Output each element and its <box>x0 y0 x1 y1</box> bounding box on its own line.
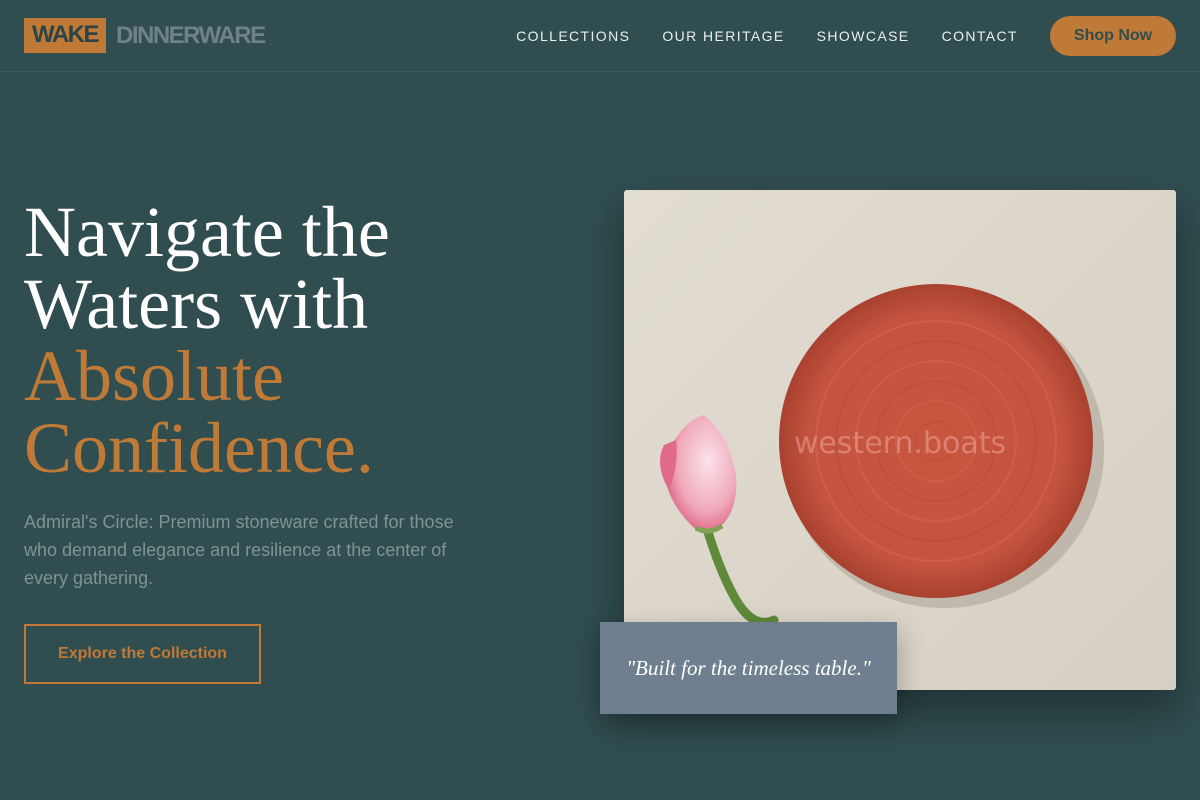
hero-title: Navigate the Waters with Absolute Confid… <box>24 196 390 484</box>
hero-title-line-1: Navigate the <box>24 192 390 272</box>
shop-now-button[interactable]: Shop Now <box>1050 16 1176 56</box>
nav-our-heritage[interactable]: OUR HERITAGE <box>662 28 784 44</box>
main-nav: COLLECTIONS OUR HERITAGE SHOWCASE CONTAC… <box>516 0 1176 72</box>
site-header: WAKE DINNERWARE COLLECTIONS OUR HERITAGE… <box>0 0 1200 72</box>
hero-title-accent-2: Confidence. <box>24 408 374 488</box>
hero-title-accent-1: Absolute <box>24 336 284 416</box>
explore-collection-button[interactable]: Explore the Collection <box>24 624 261 684</box>
nav-collections[interactable]: COLLECTIONS <box>516 28 630 44</box>
quote-text: "Built for the timeless table." <box>626 655 871 680</box>
quote-panel: "Built for the timeless table." <box>600 622 897 714</box>
logo-text: DINNERWARE <box>116 21 266 49</box>
nav-contact[interactable]: CONTACT <box>942 28 1018 44</box>
hero-subtitle: Admiral's Circle: Premium stoneware craf… <box>24 512 454 588</box>
hero-title-line-2: Waters with <box>24 264 369 344</box>
hero-product-image: western.boats <box>624 190 1176 690</box>
watermark-text: western.boats <box>793 426 1007 461</box>
logo[interactable]: WAKE DINNERWARE <box>24 18 266 53</box>
nav-showcase[interactable]: SHOWCASE <box>817 28 910 44</box>
logo-mark: WAKE <box>24 18 106 53</box>
